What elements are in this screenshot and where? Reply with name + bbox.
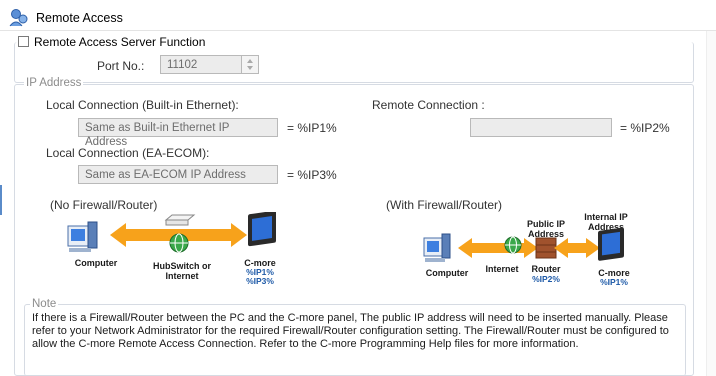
computer-icon <box>423 233 451 262</box>
globe-icon <box>169 233 189 253</box>
remote-label: Remote Connection : <box>372 98 485 112</box>
port-label: Port No.: <box>97 59 145 73</box>
note-label: Note <box>30 298 59 310</box>
spin-down-icon[interactable] <box>247 66 253 70</box>
ip-address-group-label: IP Address <box>24 77 84 89</box>
ip2-caption: %IP2% <box>532 274 560 284</box>
ip3-caption: %IP3% <box>246 276 274 286</box>
local-ecom-label: Local Connection (EA-ECOM): <box>46 146 210 160</box>
local-builtin-tag: = %IP1% <box>287 121 337 135</box>
vertical-scrollbar[interactable] <box>706 31 716 376</box>
double-arrow-right-icon <box>554 238 600 258</box>
double-arrow-left-icon <box>458 238 538 258</box>
spin-up-icon[interactable] <box>247 59 253 63</box>
computer-caption: Computer <box>74 258 118 268</box>
port-spinner[interactable] <box>241 55 259 74</box>
local-ecom-input[interactable]: Same as EA-ECOM IP Address <box>78 165 278 184</box>
switch-icon <box>164 214 196 226</box>
window-title: Remote Access <box>36 11 123 25</box>
remote-tag: = %IP2% <box>620 121 670 135</box>
left-edge-marker <box>0 185 2 215</box>
ip1-right-caption: %IP1% <box>600 277 628 287</box>
header-divider <box>0 30 716 31</box>
network-users-icon <box>9 9 28 27</box>
hub-caption: HubSwitch or Internet <box>153 261 211 281</box>
globe-icon <box>504 236 522 254</box>
remote-input[interactable] <box>470 118 612 137</box>
cmore-panel-icon <box>248 212 276 247</box>
no-firewall-caption: (No Firewall/Router) <box>50 198 158 212</box>
direct-connection-diagram <box>67 212 276 253</box>
computer-icon <box>67 221 98 252</box>
local-ecom-tag: = %IP3% <box>287 168 337 182</box>
router-icon <box>535 237 557 259</box>
note-text: If there is a Firewall/Router between th… <box>32 312 669 350</box>
router-caption: Router <box>531 264 561 274</box>
cmore-panel-icon <box>598 227 624 261</box>
local-builtin-input[interactable]: Same as Built-in Ethernet IP Address <box>78 118 278 148</box>
internet-caption: Internet <box>485 264 519 274</box>
port-input[interactable]: 11102 <box>160 55 242 74</box>
local-builtin-label: Local Connection (Built-in Ethernet): <box>46 98 239 112</box>
with-firewall-caption: (With Firewall/Router) <box>386 198 503 212</box>
computer-right-caption: Computer <box>425 268 469 278</box>
